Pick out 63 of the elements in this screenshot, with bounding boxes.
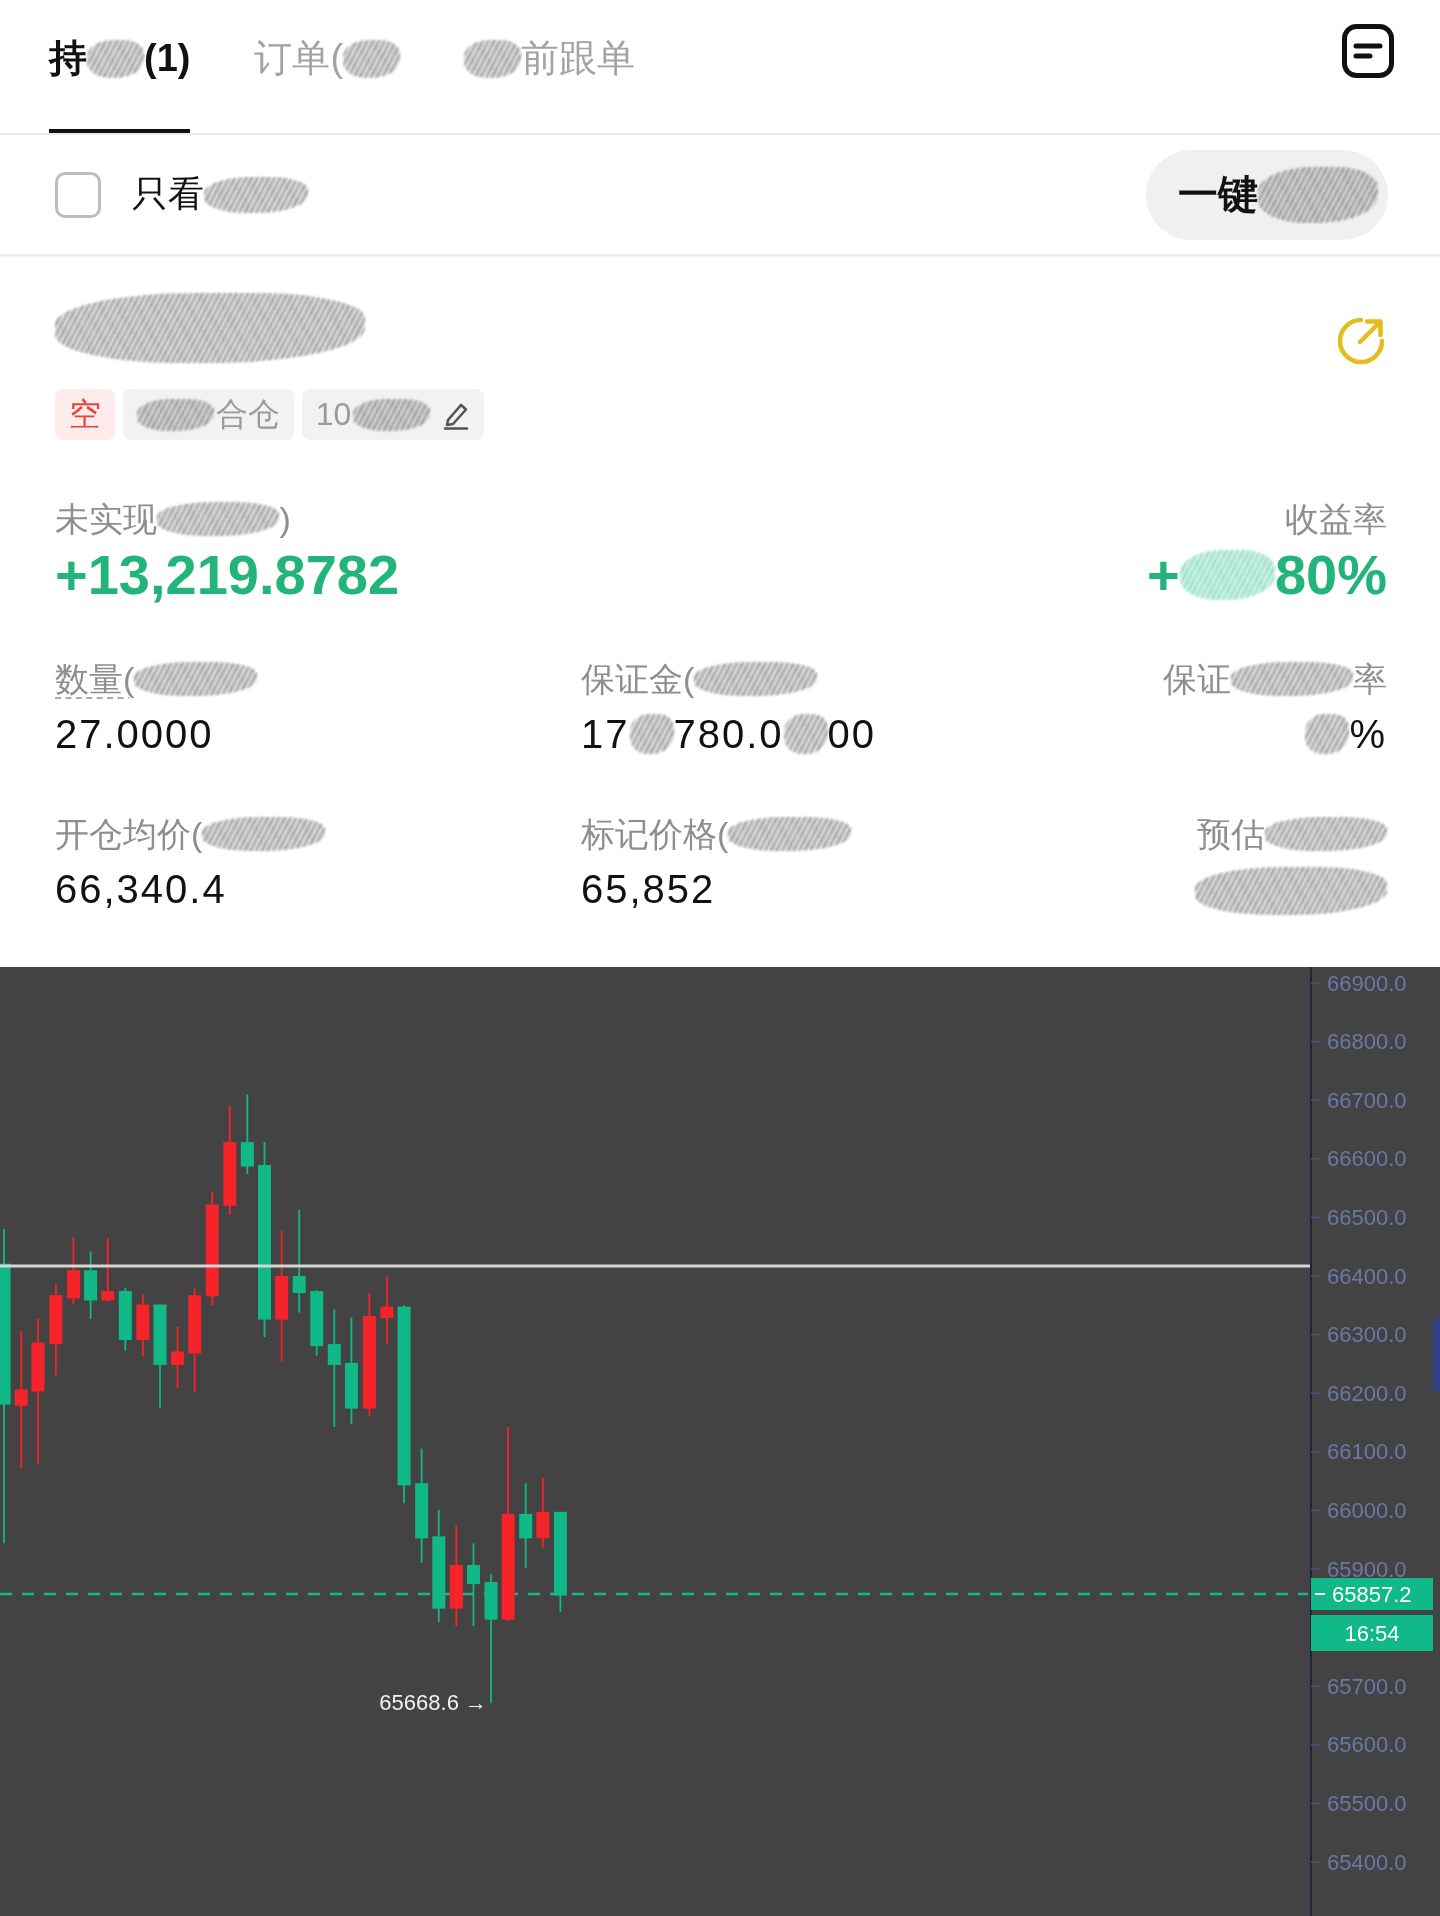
axis-label: 65400.0 — [1327, 1849, 1407, 1875]
scribble-mark — [343, 39, 401, 78]
candle — [118, 1287, 132, 1352]
field-value: 65,852 — [581, 867, 716, 911]
axis-label: 66100.0 — [1327, 1439, 1407, 1465]
candle — [136, 1293, 150, 1358]
field-label: 开仓均价( — [55, 814, 203, 855]
return-rate-value: + — [1147, 542, 1180, 608]
axis-label: 65600.0 — [1327, 1732, 1407, 1758]
axis-label: 66800.0 — [1327, 1029, 1407, 1055]
axis-label: 66200.0 — [1327, 1380, 1407, 1406]
field-label: 保证 — [1162, 659, 1231, 700]
field-label: 预估 — [1196, 814, 1265, 855]
scribble-mark — [464, 39, 522, 78]
field-label: 收益率 — [1285, 499, 1387, 540]
side-tag: 空 — [55, 389, 115, 440]
low-price-label: 65668.6 → — [379, 1690, 487, 1715]
candle — [101, 1237, 115, 1303]
scribble-mark — [783, 714, 828, 754]
field-label: 数量( — [55, 659, 135, 700]
field-value: 17 — [581, 712, 630, 756]
countdown-tag: 16:54 — [1311, 1615, 1433, 1651]
candle — [536, 1477, 550, 1549]
axis-label: 65700.0 — [1327, 1673, 1407, 1699]
field-label: 保证金( — [581, 659, 695, 700]
axis-label: 66700.0 — [1327, 1087, 1407, 1113]
axis-label: 66900.0 — [1327, 970, 1407, 996]
axis-label: 66600.0 — [1327, 1146, 1407, 1172]
tab[interactable]: 前跟单 — [464, 0, 636, 133]
field-label: 率 — [1353, 659, 1387, 700]
candle — [310, 1289, 324, 1357]
field-value: % — [1349, 712, 1387, 756]
field-value: 66,340.4 — [55, 867, 227, 911]
tab[interactable]: 订单( — [254, 0, 401, 133]
axis-label: 66500.0 — [1327, 1204, 1407, 1230]
document-icon[interactable] — [1342, 24, 1394, 78]
axis-label: 66400.0 — [1327, 1263, 1407, 1289]
axis-label: 66300.0 — [1327, 1322, 1407, 1348]
field-label: 标记价格( — [581, 814, 729, 855]
checkbox[interactable] — [55, 171, 101, 218]
field-value: 00 — [827, 712, 877, 756]
candle — [380, 1275, 394, 1345]
return-rate-value: 80% — [1274, 542, 1387, 608]
scribble-mark — [87, 39, 144, 78]
leverage-button[interactable]: 10 — [301, 389, 485, 440]
field-label: ) — [279, 499, 291, 540]
margin-mode-button[interactable]: 合仓 — [123, 389, 294, 440]
last-price-tag: 65857.2 — [1311, 1578, 1433, 1610]
axis-label: 66000.0 — [1327, 1497, 1407, 1523]
scribble-mark — [629, 714, 674, 754]
scroll-handle[interactable] — [1433, 1318, 1440, 1391]
field-label: 未实现 — [55, 499, 157, 540]
scribble-mark — [1305, 714, 1350, 754]
candle — [171, 1326, 185, 1390]
candle — [66, 1236, 80, 1306]
share-icon[interactable] — [1335, 315, 1387, 367]
checkbox-label: 只看 — [132, 172, 204, 216]
field-value: 780.0 — [673, 712, 784, 756]
axis-label: 65500.0 — [1327, 1790, 1407, 1816]
pnl-value: +13,219.8782 — [55, 542, 400, 608]
action-button[interactable]: 一键 — [1146, 149, 1388, 240]
field-value: 27.0000 — [55, 712, 214, 756]
candle — [84, 1250, 98, 1320]
